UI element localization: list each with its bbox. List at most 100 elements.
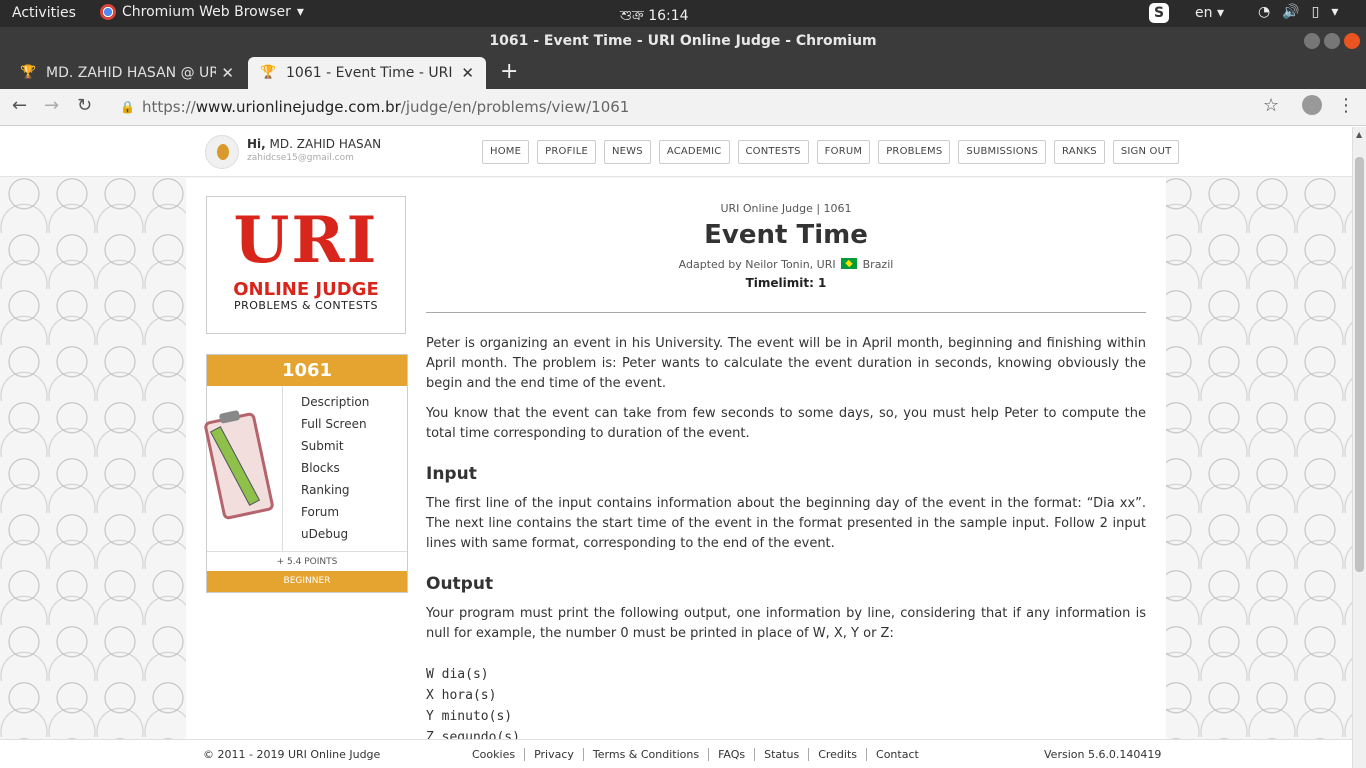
- output-line: X hora(s): [426, 688, 497, 703]
- input-heading: Input: [426, 464, 477, 484]
- link-ranking[interactable]: Ranking: [301, 479, 369, 501]
- copyright: © 2011 - 2019 URI Online Judge: [203, 748, 381, 761]
- description-paragraph-2: You know that the event can take from fe…: [426, 406, 1146, 441]
- version: Version 5.6.0.140419: [1044, 748, 1162, 761]
- window-title: 1061 - Event Time - URI Online Judge - C…: [489, 33, 877, 49]
- app-menu[interactable]: Chromium Web Browser ▾: [100, 4, 304, 20]
- chevron-down-icon: ▾: [296, 4, 304, 20]
- nav-forum[interactable]: FORUM: [816, 140, 871, 164]
- chevron-down-icon: ▾: [1331, 4, 1339, 20]
- url-path: /judge/en/problems/view/1061: [400, 98, 630, 116]
- link-udebug[interactable]: uDebug: [301, 523, 369, 545]
- user-greeting: Hi, MD. ZAHID HASAN: [247, 137, 381, 151]
- scrollbar-thumb[interactable]: [1355, 157, 1364, 572]
- link-description[interactable]: Description: [301, 391, 369, 413]
- wifi-icon: ◔: [1258, 4, 1271, 20]
- problem-number: 1061: [207, 355, 407, 386]
- clock[interactable]: শুক্র 16:14: [620, 4, 689, 28]
- forward-icon[interactable]: →: [44, 95, 59, 116]
- nav-contests[interactable]: CONTESTS: [737, 140, 809, 164]
- problem-sidebar: 1061 Description Full Screen Submit Bloc…: [203, 354, 408, 593]
- main-content: URI ONLINE JUDGE PROBLEMS & CONTESTS 106…: [186, 178, 1166, 768]
- site-header: Hi, MD. ZAHID HASAN zahidcse15@gmail.com…: [0, 127, 1352, 177]
- brazil-flag-icon: [841, 258, 858, 269]
- close-icon[interactable]: ✕: [461, 64, 474, 82]
- link-submit[interactable]: Submit: [301, 435, 369, 457]
- profile-avatar-icon[interactable]: [1302, 95, 1322, 120]
- footer-link-terms[interactable]: Terms & Conditions: [582, 748, 708, 761]
- output-format: W dia(s) X hora(s) Y minuto(s) Z segundo…: [426, 664, 520, 748]
- timelimit: Timelimit: 1: [745, 276, 827, 290]
- new-tab-button[interactable]: +: [500, 59, 518, 84]
- logo-online-judge: ONLINE JUDGE: [233, 279, 379, 300]
- tab-problem[interactable]: 🏆 1061 - Event Time - URI Online Judge ✕: [248, 57, 486, 89]
- nav-ranks[interactable]: RANKS: [1054, 140, 1105, 164]
- url-scheme: https://: [142, 98, 196, 116]
- footer-link-faqs[interactable]: FAQs: [708, 748, 754, 761]
- level-badge: BEGINNER: [207, 571, 407, 592]
- logo-tagline: PROBLEMS & CONTESTS: [233, 299, 379, 312]
- footer-link-contact[interactable]: Contact: [866, 748, 928, 761]
- tab-profile[interactable]: 🏆 MD. ZAHID HASAN @ URI ✕: [8, 57, 246, 89]
- nav-home[interactable]: HOME: [482, 140, 530, 164]
- trophy-icon: 🏆: [260, 65, 277, 80]
- reload-icon[interactable]: ↻: [77, 95, 92, 116]
- link-forum[interactable]: Forum: [301, 501, 369, 523]
- close-window-button[interactable]: [1344, 33, 1360, 49]
- main-nav: HOME PROFILE NEWS ACADEMIC CONTESTS FORU…: [482, 140, 1180, 164]
- adapted-by-text: Adapted by Neilor Tonin, URI: [678, 258, 836, 271]
- address-bar[interactable]: 🔒 https://www.urionlinejudge.com.br/judg…: [112, 94, 1252, 120]
- points-badge: + 5.4 POINTS: [207, 551, 407, 571]
- link-full-screen[interactable]: Full Screen: [301, 413, 369, 435]
- minimize-button[interactable]: [1304, 33, 1320, 49]
- input-paragraph: The first line of the input contains inf…: [426, 496, 1146, 551]
- activities-button[interactable]: Activities: [12, 5, 76, 21]
- output-line: W dia(s): [426, 667, 489, 682]
- tab-strip: 🏆 MD. ZAHID HASAN @ URI ✕ 🏆 1061 - Event…: [0, 55, 1366, 89]
- country: Brazil: [862, 258, 894, 271]
- back-icon[interactable]: ←: [12, 95, 27, 116]
- problem-links: Description Full Screen Submit Blocks Ra…: [301, 391, 369, 545]
- maximize-button[interactable]: [1324, 33, 1340, 49]
- system-status-area[interactable]: ◔ 🔊 ▯ ▾: [1258, 4, 1338, 20]
- chromium-icon: [100, 4, 116, 20]
- bookmark-star-icon[interactable]: ☆: [1263, 95, 1279, 116]
- divider: [426, 312, 1146, 313]
- tab-title: MD. ZAHID HASAN @ URI: [46, 65, 216, 81]
- nav-news[interactable]: NEWS: [603, 140, 651, 164]
- skype-icon[interactable]: S: [1149, 3, 1169, 23]
- page-scrollbar[interactable]: ▲: [1352, 127, 1366, 768]
- language-indicator[interactable]: en ▾: [1195, 5, 1224, 21]
- user-name: MD. ZAHID HASAN: [269, 137, 382, 151]
- nav-profile[interactable]: PROFILE: [537, 140, 596, 164]
- description-paragraph-1: Peter is organizing an event in his Univ…: [426, 336, 1146, 391]
- menu-kebab-icon[interactable]: ⋮: [1337, 95, 1355, 116]
- uri-logo[interactable]: URI ONLINE JUDGE PROBLEMS & CONTESTS: [206, 196, 406, 334]
- footer-link-privacy[interactable]: Privacy: [524, 748, 583, 761]
- footer-link-status[interactable]: Status: [754, 748, 808, 761]
- scroll-up-icon[interactable]: ▲: [1356, 130, 1362, 139]
- system-top-bar: Activities Chromium Web Browser ▾ শুক্র …: [0, 0, 1366, 27]
- output-line: Y minuto(s): [426, 709, 513, 724]
- footer-link-cookies[interactable]: Cookies: [463, 748, 524, 761]
- close-icon[interactable]: ✕: [221, 64, 234, 82]
- nav-sign-out[interactable]: SIGN OUT: [1112, 140, 1180, 164]
- nav-academic[interactable]: ACADEMIC: [658, 140, 730, 164]
- avatar[interactable]: [205, 135, 239, 169]
- greeting-hi: Hi,: [247, 137, 266, 151]
- page-title: Event Time: [704, 220, 868, 250]
- footer-links: Cookies Privacy Terms & Conditions FAQs …: [463, 748, 928, 761]
- logo-uri-text: URI: [233, 203, 379, 278]
- output-paragraph: Your program must print the following ou…: [426, 606, 1146, 641]
- footer-link-credits[interactable]: Credits: [808, 748, 866, 761]
- lock-icon[interactable]: 🔒: [120, 94, 135, 120]
- site-footer: © 2011 - 2019 URI Online Judge Cookies P…: [0, 739, 1352, 768]
- adapted-by: Adapted by Neilor Tonin, URI Brazil: [426, 258, 1146, 271]
- nav-problems[interactable]: PROBLEMS: [878, 140, 951, 164]
- trophy-icon: 🏆: [20, 65, 37, 80]
- link-blocks[interactable]: Blocks: [301, 457, 369, 479]
- clipboard-icon: [203, 386, 283, 551]
- nav-submissions[interactable]: SUBMISSIONS: [958, 140, 1047, 164]
- app-menu-label: Chromium Web Browser: [122, 4, 291, 20]
- url-host: www.urionlinejudge.com.br: [195, 98, 401, 116]
